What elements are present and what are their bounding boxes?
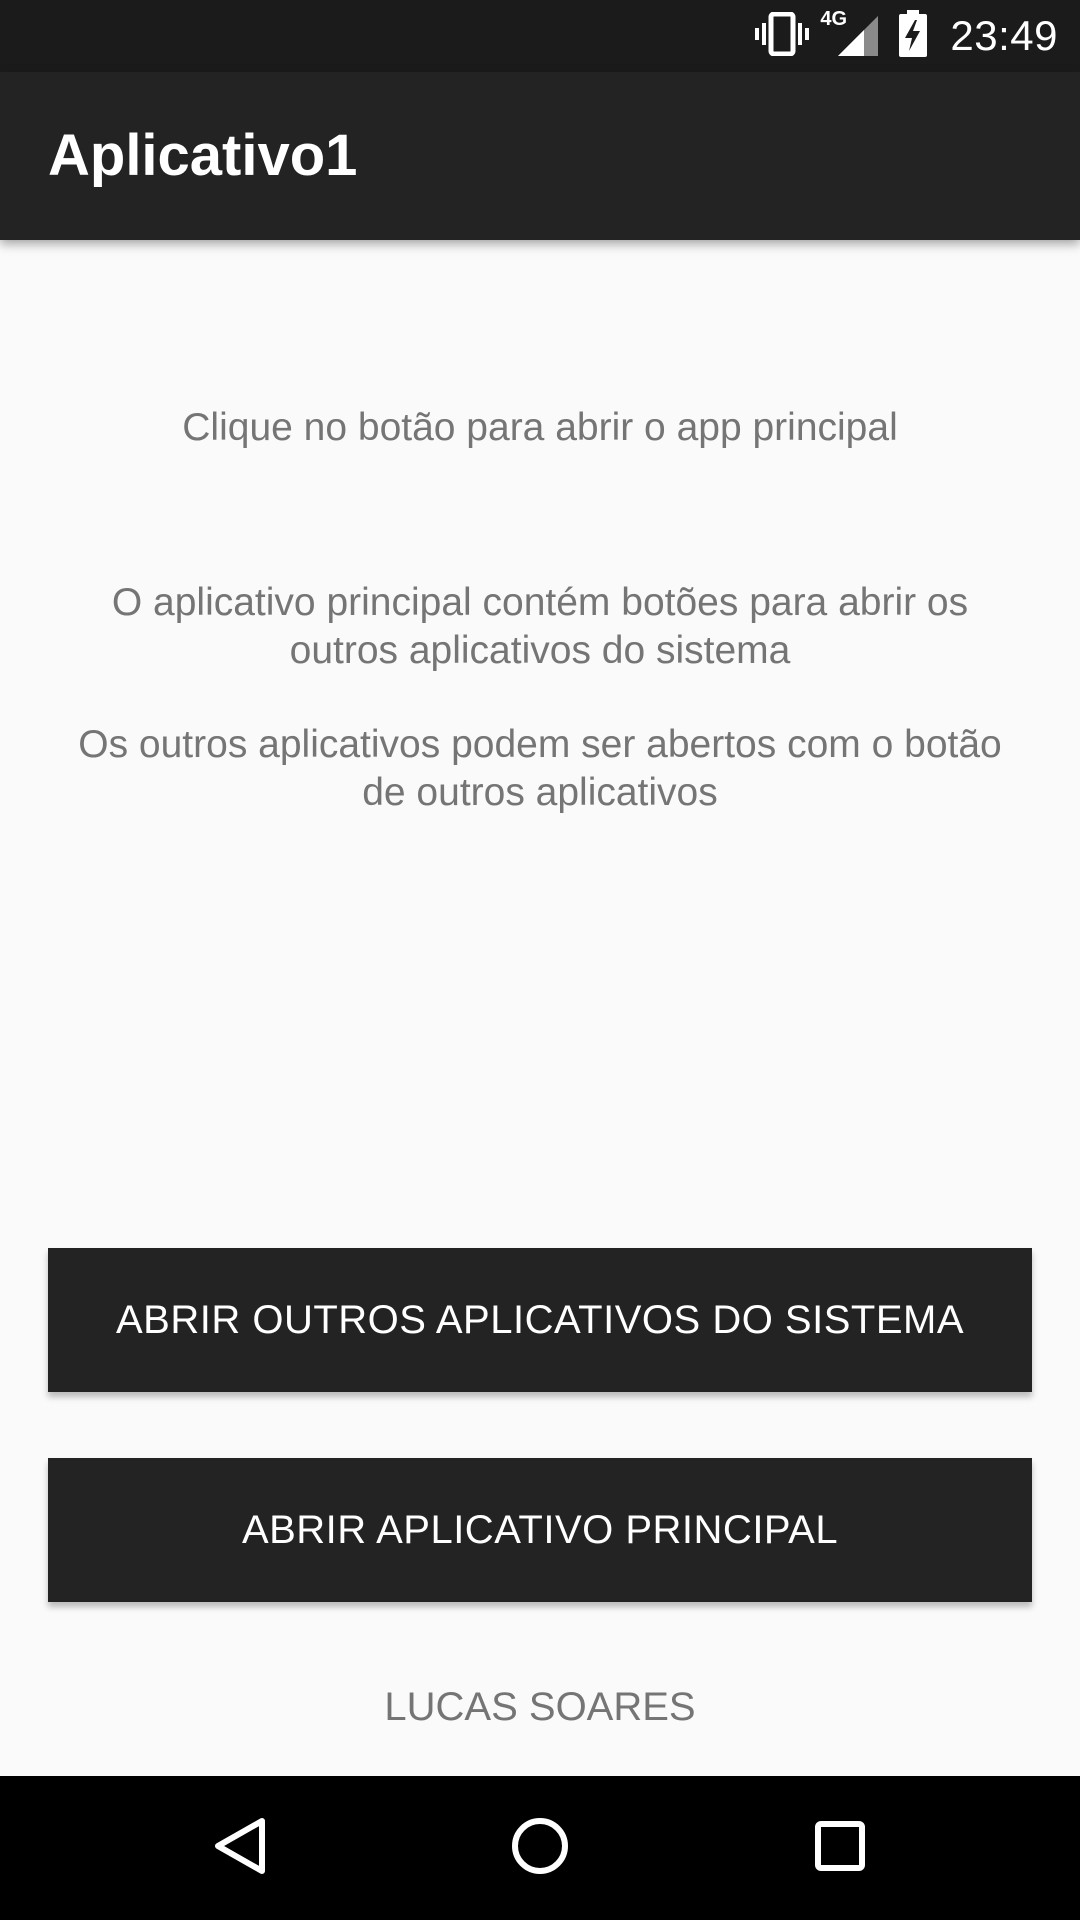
info-text-main-app: O aplicativo principal contém botões par…: [111, 581, 969, 672]
battery-charging-icon: [898, 9, 928, 63]
recents-button[interactable]: [760, 1776, 920, 1920]
instruction-text: Clique no botão para abrir o app princip…: [182, 406, 898, 449]
back-button[interactable]: [160, 1776, 320, 1920]
vibrate-icon: [754, 11, 810, 61]
network-type-label: 4G: [820, 8, 848, 30]
status-bar: 4G 23:49: [0, 0, 1080, 72]
info-text-other-apps: Os outros aplicativos podem ser abertos …: [78, 723, 1002, 814]
status-icons: 4G 23:49: [736, 0, 1058, 72]
back-icon: [212, 1816, 268, 1881]
open-other-apps-button[interactable]: ABRIR OUTROS APLICATIVOS DO SISTEMA: [48, 1248, 1032, 1392]
screen: 4G 23:49 Aplicativo1 Clique no botão par…: [0, 0, 1080, 1920]
status-time: 23:49: [950, 12, 1058, 59]
home-button[interactable]: [460, 1776, 620, 1920]
signal-icon: 4G: [820, 8, 880, 60]
open-main-app-button[interactable]: ABRIR APLICATIVO PRINCIPAL: [48, 1458, 1032, 1602]
recents-icon: [814, 1820, 866, 1877]
app-title: Aplicativo1: [48, 123, 358, 188]
navigation-bar: [0, 1776, 1080, 1920]
home-icon: [510, 1816, 570, 1881]
author-label: LUCAS SOARES: [384, 1685, 696, 1729]
app-bar: Aplicativo1: [0, 72, 1080, 240]
